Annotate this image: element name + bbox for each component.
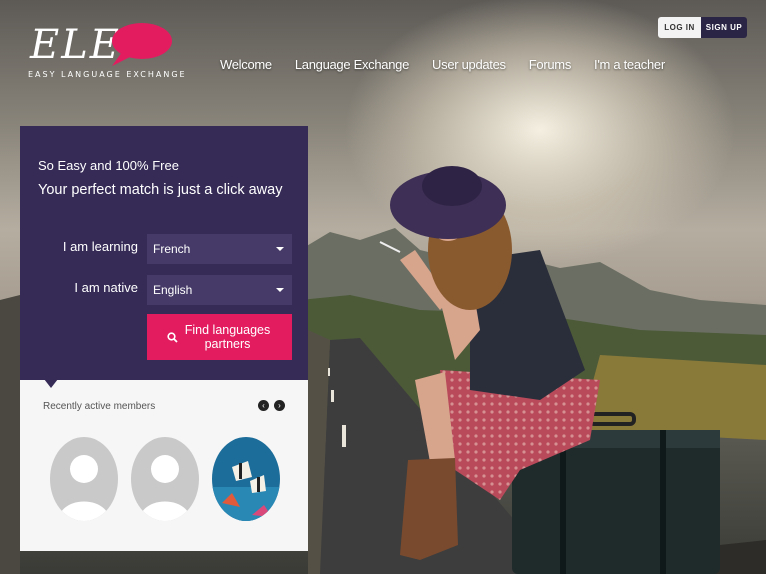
learning-label: I am learning <box>62 239 138 254</box>
native-language-value: English <box>153 283 193 297</box>
nav-item-forums[interactable]: Forums <box>529 57 572 72</box>
site-logo[interactable]: ELE EASY LANGUAGE EXCHANGE <box>28 22 185 82</box>
members-carousel-controls: ‹ › <box>258 400 285 411</box>
member-avatar[interactable] <box>212 437 280 521</box>
main-nav: Welcome Language Exchange User updates F… <box>220 57 688 72</box>
user-placeholder-icon <box>58 455 110 521</box>
member-avatar[interactable] <box>50 437 118 521</box>
chevron-down-icon <box>276 288 284 292</box>
panel-headline-free: So Easy and 100% Free <box>38 158 179 173</box>
find-partners-label: Find languages partners <box>184 323 271 351</box>
logo-tagline: EASY LANGUAGE EXCHANGE <box>28 70 187 79</box>
search-icon <box>166 331 178 343</box>
login-button[interactable]: LOG IN <box>658 17 701 38</box>
recent-members-panel: Recently active members ‹ › <box>20 379 308 551</box>
fish-photo <box>212 437 280 521</box>
nav-item-user-updates[interactable]: User updates <box>432 57 506 72</box>
auth-buttons: LOG IN SIGN UP <box>658 17 747 38</box>
find-partners-button[interactable]: Find languages partners <box>147 314 292 360</box>
learning-language-value: French <box>153 242 191 256</box>
nav-item-welcome[interactable]: Welcome <box>220 57 272 72</box>
nav-item-teacher[interactable]: I'm a teacher <box>594 57 665 72</box>
chevron-right-icon[interactable]: › <box>274 400 285 411</box>
speech-bubble-icon <box>112 23 172 66</box>
learning-language-select[interactable]: French <box>147 234 292 264</box>
panel-pointer <box>44 379 58 388</box>
chevron-down-icon <box>276 247 284 251</box>
member-avatar[interactable] <box>131 437 199 521</box>
native-language-select[interactable]: English <box>147 275 292 305</box>
chevron-left-icon[interactable]: ‹ <box>258 400 269 411</box>
user-placeholder-icon <box>139 455 191 521</box>
panel-headline-match: Your perfect match is just a click away <box>38 182 283 198</box>
language-search-panel: So Easy and 100% Free Your perfect match… <box>20 126 308 380</box>
recent-members-title: Recently active members <box>43 401 156 412</box>
nav-item-language-exchange[interactable]: Language Exchange <box>295 57 409 72</box>
native-label: I am native <box>74 280 138 295</box>
signup-button[interactable]: SIGN UP <box>701 17 747 38</box>
